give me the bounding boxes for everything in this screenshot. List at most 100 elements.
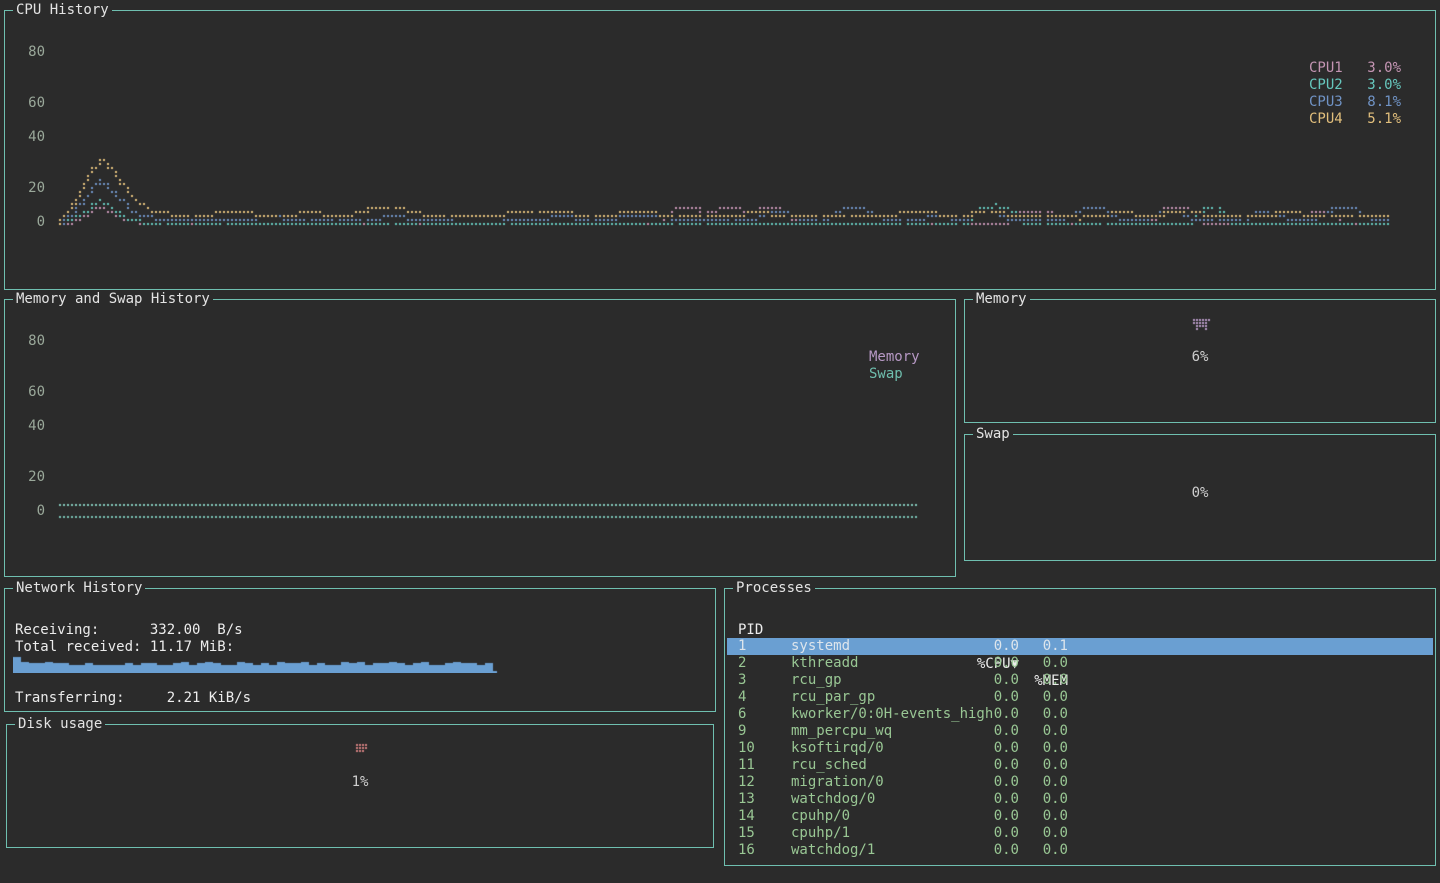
process-mem-percent: 0.0	[989, 740, 1068, 757]
network-receiving-text: Receiving: 332.00 B/s	[15, 622, 243, 639]
process-row-kthreadd[interactable]: 2kthreadd0.00.0	[727, 655, 1433, 672]
legend-item-cpu1: CPU1 3.0%	[1309, 60, 1401, 77]
legend-value: 3.0%	[1367, 60, 1401, 77]
memory-swap-history-panel: Memory and Swap History 806040200 Memory…	[4, 299, 956, 577]
legend-item-cpu3: CPU3 8.1%	[1309, 94, 1401, 111]
process-row-mm_percpu_wq[interactable]: 9mm_percpu_wq0.00.0	[727, 723, 1433, 740]
process-pid: 11	[738, 757, 755, 774]
process-command: cpuhp/1	[791, 825, 850, 842]
y-tick-40: 40	[13, 129, 45, 146]
process-row-rcu_sched[interactable]: 11rcu_sched0.00.0	[727, 757, 1433, 774]
memory-swap-history-chart	[55, 304, 947, 540]
network-receiving-sparkline	[13, 645, 509, 673]
processes-header-row: PID Command %CPU▼ %MEM	[727, 605, 1433, 622]
swap-percent-label: 0%	[965, 485, 1435, 502]
disk-usage-title: Disk usage	[15, 716, 105, 733]
disk-usage-gauge-arc	[338, 735, 382, 765]
y-tick-0: 0	[13, 214, 45, 231]
legend-item-memory: Memory	[869, 349, 949, 366]
process-row-rcu_gp[interactable]: 3rcu_gp0.00.0	[727, 672, 1433, 689]
cpu-history-panel: CPU History 806040200 CPU13.0%CPU23.0%CP…	[4, 10, 1436, 290]
process-mem-percent: 0.0	[989, 808, 1068, 825]
process-command: systemd	[791, 638, 850, 655]
legend-item-swap: Swap	[869, 366, 949, 383]
process-row-systemd[interactable]: 1systemd0.00.1	[727, 638, 1433, 655]
memory-gauge-arc	[1178, 310, 1222, 340]
disk-usage-percent-label: 1%	[7, 774, 713, 791]
process-mem-percent: 0.0	[989, 706, 1068, 723]
process-row-cpuhp/0[interactable]: 14cpuhp/00.00.0	[727, 808, 1433, 825]
y-tick-0: 0	[13, 503, 45, 520]
process-pid: 16	[738, 842, 755, 859]
legend-label: Memory	[869, 349, 920, 366]
process-row-watchdog/1[interactable]: 16watchdog/10.00.0	[727, 842, 1433, 859]
process-mem-percent: 0.0	[989, 655, 1068, 672]
process-row-kworker/0:0H-events_high[interactable]: 6kworker/0:0H-events_high0.00.0	[727, 706, 1433, 723]
process-row-rcu_par_gp[interactable]: 4rcu_par_gp0.00.0	[727, 689, 1433, 706]
process-mem-percent: 0.0	[989, 689, 1068, 706]
processes-title: Processes	[733, 580, 815, 597]
process-row-ksoftirqd/0[interactable]: 10ksoftirqd/00.00.0	[727, 740, 1433, 757]
y-tick-80: 80	[13, 44, 45, 61]
process-command: rcu_sched	[791, 757, 867, 774]
process-mem-percent: 0.0	[989, 774, 1068, 791]
process-pid: 9	[738, 723, 746, 740]
y-tick-20: 20	[13, 180, 45, 197]
legend-value: 5.1%	[1367, 111, 1401, 128]
process-pid: 4	[738, 689, 746, 706]
column-header-pid: PID	[738, 622, 763, 639]
cpu-legend: CPU1 3.0% CPU2 3.0% CPU3 8.1% CPU4 5.1%	[1309, 60, 1401, 128]
process-command: cpuhp/0	[791, 808, 850, 825]
process-pid: 2	[738, 655, 746, 672]
process-command: ksoftirqd/0	[791, 740, 884, 757]
process-pid: 10	[738, 740, 755, 757]
process-pid: 1	[738, 638, 746, 655]
y-tick-80: 80	[13, 333, 45, 350]
y-tick-20: 20	[13, 469, 45, 486]
memory-swap-legend: MemorySwap	[869, 349, 949, 383]
process-mem-percent: 0.0	[989, 672, 1068, 689]
network-transferring-text: Transferring: 2.21 KiB/s	[15, 690, 251, 707]
process-pid: 13	[738, 791, 755, 808]
legend-item-cpu4: CPU4 5.1%	[1309, 111, 1401, 128]
process-command: kthreadd	[791, 655, 858, 672]
process-pid: 3	[738, 672, 746, 689]
process-command: watchdog/0	[791, 791, 875, 808]
process-command: rcu_par_gp	[791, 689, 875, 706]
network-history-panel: Network History Receiving: 332.00 B/s To…	[4, 588, 716, 712]
processes-panel: Processes PID Command %CPU▼ %MEM 1system…	[724, 588, 1436, 866]
network-history-title: Network History	[13, 580, 145, 597]
process-row-watchdog/0[interactable]: 13watchdog/00.00.0	[727, 791, 1433, 808]
process-pid: 15	[738, 825, 755, 842]
process-row-cpuhp/1[interactable]: 15cpuhp/10.00.0	[727, 825, 1433, 842]
process-command: rcu_gp	[791, 672, 842, 689]
y-tick-40: 40	[13, 418, 45, 435]
process-pid: 6	[738, 706, 746, 723]
process-command: watchdog/1	[791, 842, 875, 859]
gtop-terminal-screen: { "colors": { "background": "#2b2b2b", "…	[0, 0, 1440, 883]
legend-label: CPU2	[1309, 77, 1343, 94]
process-mem-percent: 0.0	[989, 825, 1068, 842]
process-mem-percent: 0.1	[989, 638, 1068, 655]
y-tick-60: 60	[13, 384, 45, 401]
swap-gauge-arc	[1178, 447, 1222, 477]
legend-label: CPU3	[1309, 94, 1343, 111]
process-mem-percent: 0.0	[989, 723, 1068, 740]
legend-item-cpu2: CPU2 3.0%	[1309, 77, 1401, 94]
process-mem-percent: 0.0	[989, 791, 1068, 808]
legend-value: 3.0%	[1367, 77, 1401, 94]
legend-label: CPU1	[1309, 60, 1343, 77]
disk-usage-panel: Disk usage 1%	[6, 724, 714, 848]
memory-percent-label: 6%	[965, 349, 1435, 366]
legend-label: CPU4	[1309, 111, 1343, 128]
process-row-migration/0[interactable]: 12migration/00.00.0	[727, 774, 1433, 791]
process-command: mm_percpu_wq	[791, 723, 892, 740]
y-tick-60: 60	[13, 95, 45, 112]
swap-gauge-panel: Swap 0%	[964, 434, 1436, 561]
process-pid: 12	[738, 774, 755, 791]
legend-label: Swap	[869, 366, 903, 383]
swap-gauge-title: Swap	[973, 426, 1013, 443]
cpu-history-chart	[55, 15, 1427, 251]
process-mem-percent: 0.0	[989, 842, 1068, 859]
legend-value: 8.1%	[1367, 94, 1401, 111]
